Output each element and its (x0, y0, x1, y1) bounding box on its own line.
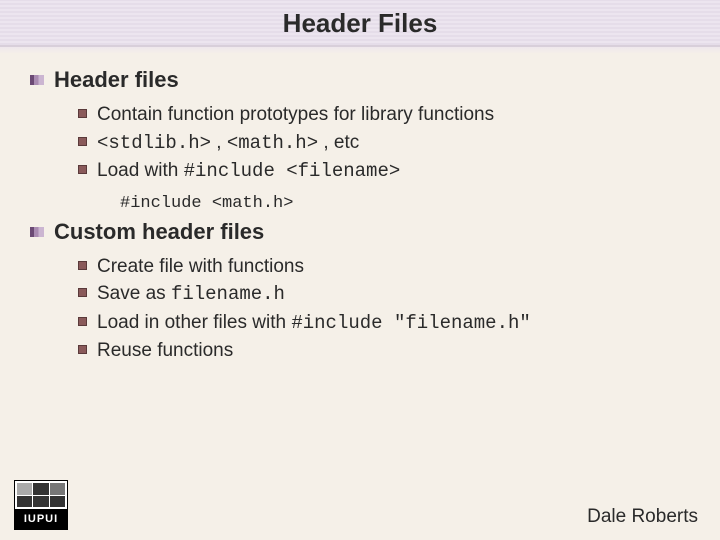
item-text: Contain function prototypes for library … (97, 101, 494, 129)
title-band: Header Files (0, 0, 720, 47)
slide-title: Header Files (0, 8, 720, 39)
list-item: Save as filename.h (78, 280, 690, 309)
dot-icon (78, 137, 87, 146)
section-heading-1: Header files (30, 67, 690, 93)
iupui-logo: IUPUI (14, 480, 68, 530)
logo-text: IUPUI (15, 509, 67, 529)
section-heading-text: Header files (54, 67, 179, 93)
item-text: <stdlib.h> , <math.h> , etc (97, 129, 359, 158)
item-text: Reuse functions (97, 337, 233, 365)
bullet-icon (30, 227, 44, 237)
list-item: Load with #include <filename> (78, 157, 690, 186)
sublist-2: Create file with functions Save as filen… (78, 253, 690, 365)
list-item: Load in other files with #include "filen… (78, 309, 690, 338)
list-item: Contain function prototypes for library … (78, 101, 690, 129)
content-area: Header files Contain function prototypes… (0, 47, 720, 365)
section-heading-text: Custom header files (54, 219, 264, 245)
sublist-1: Contain function prototypes for library … (78, 101, 690, 186)
item-text: Create file with functions (97, 253, 304, 281)
dot-icon (78, 165, 87, 174)
author-name: Dale Roberts (587, 506, 698, 528)
list-item: Reuse functions (78, 337, 690, 365)
section-heading-2: Custom header files (30, 219, 690, 245)
example-code: #include <math.h> (120, 194, 690, 213)
dot-icon (78, 288, 87, 297)
logo-graphic (15, 481, 67, 509)
dot-icon (78, 261, 87, 270)
slide: Header Files Header files Contain functi… (0, 0, 720, 540)
item-text: Load in other files with #include "filen… (97, 309, 531, 338)
dot-icon (78, 345, 87, 354)
dot-icon (78, 317, 87, 326)
bullet-icon (30, 75, 44, 85)
list-item: Create file with functions (78, 253, 690, 281)
dot-icon (78, 109, 87, 118)
item-text: Save as filename.h (97, 280, 285, 309)
item-text: Load with #include <filename> (97, 157, 400, 186)
list-item: <stdlib.h> , <math.h> , etc (78, 129, 690, 158)
